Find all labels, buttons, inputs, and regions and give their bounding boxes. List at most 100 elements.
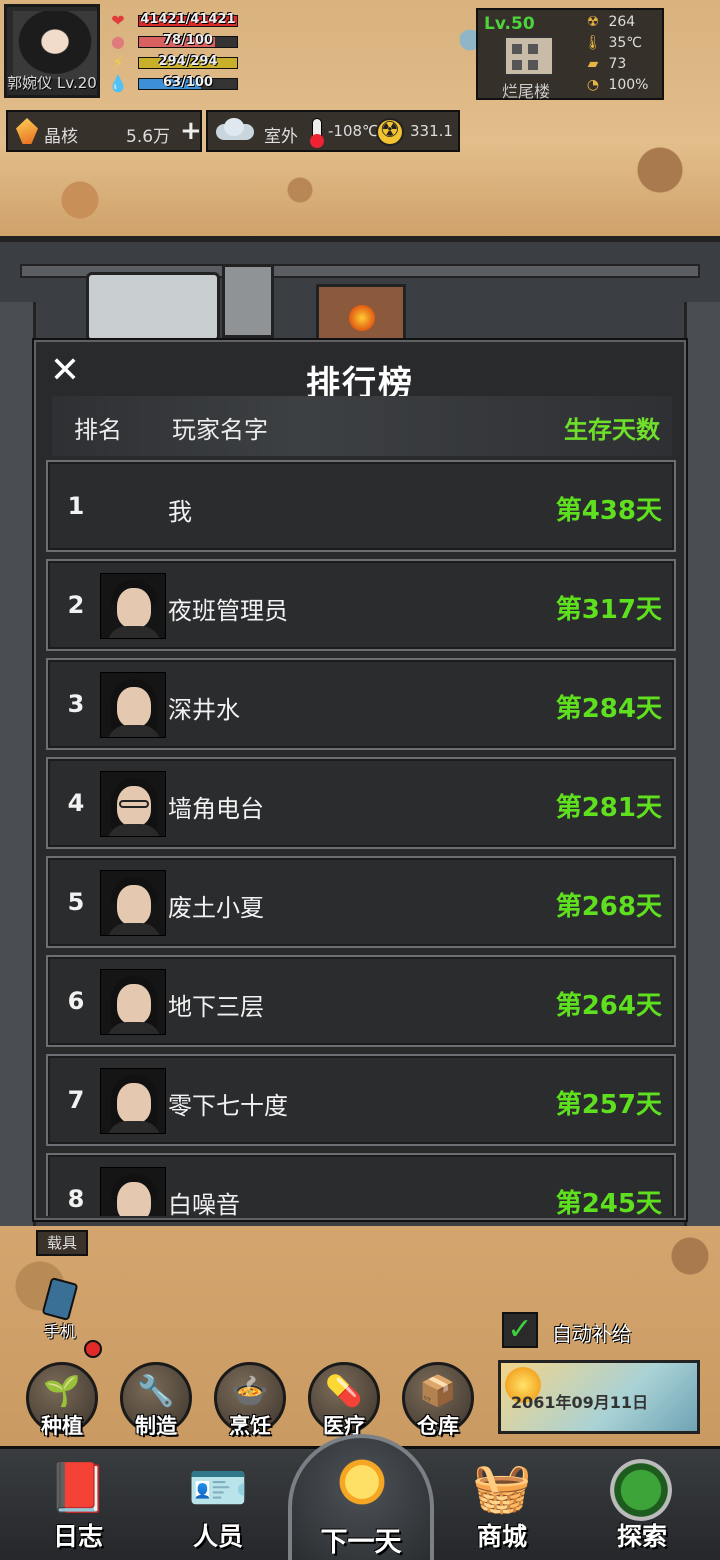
auto-supply-label: 自动补给	[552, 1322, 632, 1346]
nav-log[interactable]: 📕 日志	[18, 1449, 138, 1560]
book-icon: 📕	[48, 1460, 108, 1516]
stat-value: 41421/41421	[140, 12, 236, 27]
survival-days: 第281天	[555, 793, 662, 823]
id-card-icon: 🪪	[188, 1460, 248, 1516]
player-name: 地下三层	[168, 993, 264, 1021]
rank-number: 1	[67, 492, 85, 520]
fireplace	[316, 284, 406, 346]
rank-number: 7	[67, 1086, 85, 1114]
medkit-icon: 💊	[325, 1374, 363, 1409]
player-stats: ❤ 41421/41421 ● 78/100 ⚡ 294/294 💧 63/100	[104, 10, 240, 94]
sprout-icon: 🌱	[43, 1374, 81, 1409]
crystal-icon	[16, 118, 38, 144]
player-name: 深井水	[168, 696, 240, 724]
player-name: 郭婉仪 Lv.20	[7, 74, 97, 92]
nav-people-label: 人员	[192, 1522, 243, 1551]
nav-shop-label: 商城	[476, 1522, 527, 1551]
player-name: 夜班管理员	[168, 597, 288, 625]
phone-button[interactable]: 手机	[32, 1277, 102, 1358]
player-name: 我	[168, 498, 192, 526]
player-avatar	[100, 870, 166, 936]
leaderboard-row[interactable]: 3 深井水 第284天	[46, 658, 676, 750]
leaderboard-row[interactable]: 1 我 第438天	[46, 460, 676, 552]
rank-number: 8	[67, 1185, 85, 1213]
tools-icon: 🔧	[137, 1374, 175, 1409]
thermometer-icon: 🌡	[584, 35, 602, 51]
rank-column-header: 排名	[74, 416, 122, 444]
leaderboard-row[interactable]: 7 零下七十度 第257天	[46, 1054, 676, 1146]
water-heater	[222, 264, 274, 338]
player-avatar	[100, 573, 166, 639]
sprout-action-button[interactable]: 🌱 种植	[22, 1362, 102, 1442]
shelter-integrity: ◔ 100%	[582, 77, 649, 93]
checkbox-checked-icon[interactable]: ✓	[502, 1312, 538, 1348]
survival-days: 第317天	[555, 595, 662, 625]
player-avatar	[100, 1068, 166, 1134]
radar-icon	[610, 1459, 672, 1521]
pot-action-button[interactable]: 🍲 烹饪	[210, 1362, 290, 1442]
shelter-status[interactable]: Lv.50 烂尾楼 ☢ 264 🌡 35℃ ▰ 73 ◔ 100%	[476, 8, 664, 101]
player-avatar	[100, 969, 166, 1035]
medkit-action-button[interactable]: 💊 医疗	[304, 1362, 384, 1442]
stomach-icon: ●	[111, 32, 125, 51]
date-display: 2061年09月11日	[498, 1360, 700, 1434]
crystal-resource: 晶核 5.6万 +	[6, 110, 202, 152]
avatar-face	[117, 885, 151, 925]
leaderboard-row[interactable]: 6 地下三层 第264天	[46, 955, 676, 1047]
nav-explore[interactable]: 探索	[582, 1449, 702, 1560]
leaderboard-row[interactable]: 8 白噪音 第245天	[46, 1153, 676, 1216]
dialog-header: ✕ 排行榜 排名 玩家名字 生存天数	[36, 342, 684, 462]
avatar-face	[117, 1083, 151, 1123]
heart-icon: ❤	[111, 11, 125, 30]
stat-value: 78/100	[163, 33, 213, 48]
tools-action-button[interactable]: 🔧 制造	[116, 1362, 196, 1442]
building-icon	[504, 36, 554, 76]
phone-icon	[41, 1277, 79, 1321]
shelter-name: 烂尾楼	[502, 82, 551, 101]
energy-icon: ⚡	[112, 53, 124, 72]
shelter-level: Lv.50	[484, 14, 535, 34]
crate-action-button[interactable]: 📦 仓库	[398, 1362, 478, 1442]
player-avatar	[100, 1167, 166, 1216]
stat-value: 294/294	[158, 54, 218, 69]
leaderboard-row[interactable]: 2 夜班管理员 第317天	[46, 559, 676, 651]
phone-label: 手机	[43, 1322, 76, 1341]
add-crystal-button[interactable]: +	[180, 116, 202, 146]
rank-number: 4	[67, 789, 85, 817]
auto-supply-toggle[interactable]: ✓ 自动补给	[502, 1310, 672, 1350]
survival-days: 第284天	[555, 694, 662, 724]
bathtub	[86, 272, 220, 342]
vehicle-button[interactable]: 载具	[36, 1230, 88, 1256]
rank-number: 6	[67, 987, 85, 1015]
player-avatar-card[interactable]: 郭婉仪 Lv.20	[4, 4, 100, 98]
rank-number: 5	[67, 888, 85, 916]
action-label: 仓库	[417, 1414, 459, 1438]
player-name: 废土小夏	[168, 894, 264, 922]
nav-people[interactable]: 🪪 人员	[158, 1449, 278, 1560]
left-wall	[0, 302, 36, 1232]
player-avatar	[100, 771, 166, 837]
avatar-face	[117, 687, 151, 727]
radiation-icon	[376, 118, 404, 146]
basket-icon: 🧺	[472, 1460, 532, 1516]
rank-number: 2	[67, 591, 85, 619]
integrity-icon: ◔	[586, 77, 600, 93]
leaderboard-row[interactable]: 5 废土小夏 第268天	[46, 856, 676, 948]
survival-days: 第268天	[555, 892, 662, 922]
player-name: 墙角电台	[168, 795, 264, 823]
crystal-value: 5.6万	[126, 127, 171, 147]
stat-value: 63/100	[163, 75, 213, 90]
rank-number: 3	[67, 690, 85, 718]
leaderboard-row[interactable]: 4 墙角电台 第281天	[46, 757, 676, 849]
leaderboard-dialog: ✕ 排行榜 排名 玩家名字 生存天数 1 我 第438天 2 夜班管理员 第317天 3 深井…	[34, 340, 686, 1220]
right-wall	[684, 302, 720, 1232]
nav-shop[interactable]: 🧺 商城	[442, 1449, 562, 1560]
stat-row: 💧 63/100	[104, 73, 240, 94]
leaderboard-list[interactable]: 1 我 第438天 2 夜班管理员 第317天 3 深井水 第284天 4 墙角电台 第281天 5 废土…	[46, 460, 676, 1216]
action-label: 烹饪	[229, 1414, 271, 1438]
notification-dot	[84, 1340, 102, 1358]
crystal-label: 晶核	[44, 127, 78, 147]
survival-days: 第257天	[555, 1090, 662, 1120]
avatar-face	[117, 588, 151, 628]
crate-icon: 📦	[419, 1374, 457, 1409]
